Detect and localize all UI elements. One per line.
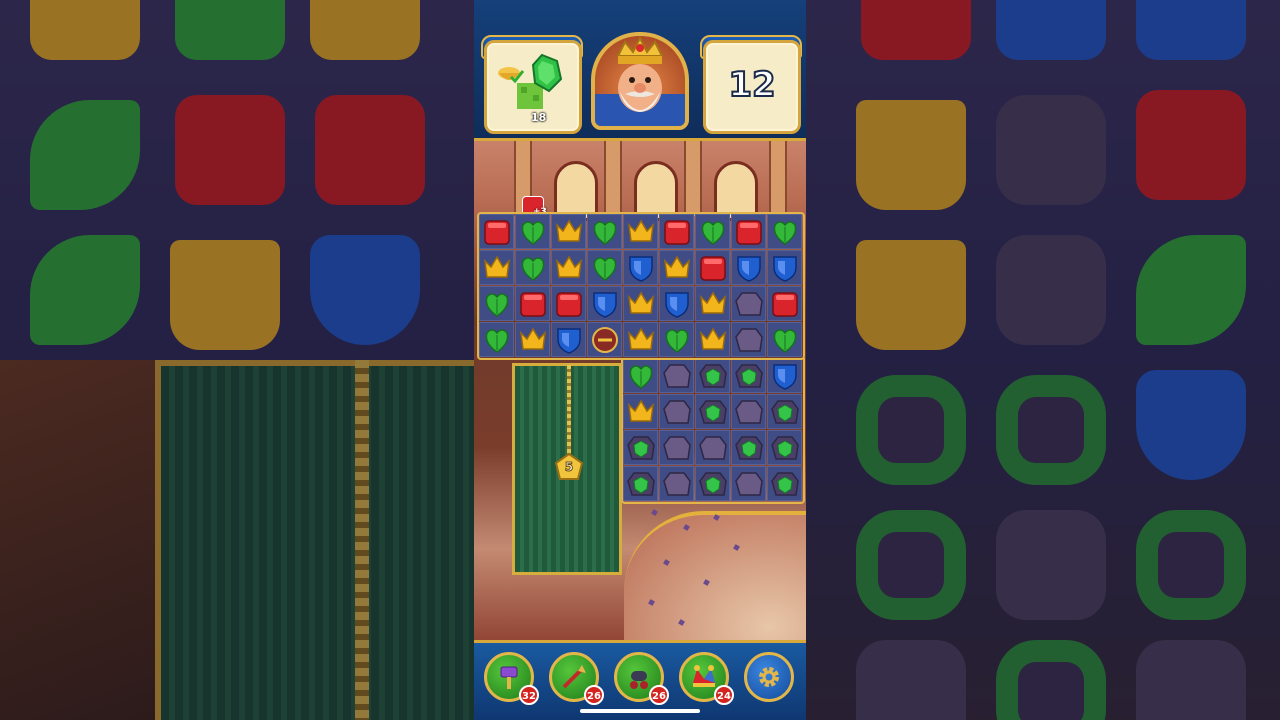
arrow-booster[interactable]: 26 xyxy=(549,652,604,705)
emerald-stone-tile[interactable] xyxy=(698,469,728,499)
top-hud: Target 18 xyxy=(474,0,806,141)
yellow-crown-tile[interactable] xyxy=(662,253,692,283)
moves-panel: 12 xyxy=(703,40,801,134)
emerald-stone-tile[interactable] xyxy=(698,361,728,391)
blue-shield-tile[interactable] xyxy=(626,253,656,283)
king-avatar xyxy=(591,32,689,130)
red-book-tile[interactable] xyxy=(482,217,512,247)
hammer-booster[interactable]: 32 xyxy=(484,652,539,705)
yellow-crown-tile[interactable] xyxy=(518,325,548,355)
emerald-stone-tile[interactable] xyxy=(770,433,800,463)
moves-counter: 12 xyxy=(727,64,776,106)
lock-counter: 5 xyxy=(564,460,574,475)
yellow-crown-tile[interactable] xyxy=(698,325,728,355)
blue-shield-tile[interactable] xyxy=(770,361,800,391)
yellow-crown-tile[interactable] xyxy=(626,289,656,319)
red-book-tile[interactable] xyxy=(698,253,728,283)
target-panel: 18 xyxy=(484,40,582,134)
target-count: 18 xyxy=(531,111,547,124)
yellow-crown-tile[interactable] xyxy=(482,253,512,283)
green-leaf-tile[interactable] xyxy=(698,217,728,247)
stone-tile[interactable] xyxy=(662,469,692,499)
green-leaf-tile[interactable] xyxy=(482,325,512,355)
castle-window xyxy=(714,161,758,221)
yellow-crown-tile[interactable] xyxy=(626,397,656,427)
emerald-stone-tile[interactable] xyxy=(698,397,728,427)
hammer-icon xyxy=(500,666,518,689)
red-book-tile[interactable] xyxy=(554,289,584,319)
yellow-crown-tile[interactable] xyxy=(554,253,584,283)
game-screen: Target 18 xyxy=(474,0,806,720)
yellow-crown-tile[interactable] xyxy=(626,325,656,355)
green-leaf-tile[interactable] xyxy=(662,325,692,355)
blue-shield-tile[interactable] xyxy=(770,253,800,283)
stone-tile[interactable] xyxy=(698,433,728,463)
blue-shield-tile[interactable] xyxy=(554,325,584,355)
yellow-crown-tile[interactable] xyxy=(698,289,728,319)
settings-button[interactable] xyxy=(744,652,794,702)
emerald-stone-tile[interactable] xyxy=(626,433,656,463)
arrow-icon xyxy=(562,665,586,689)
stone-tile[interactable] xyxy=(734,325,764,355)
green-leaf-tile[interactable] xyxy=(518,253,548,283)
red-book-tile[interactable] xyxy=(770,289,800,319)
hammer-count: 32 xyxy=(519,685,539,705)
castle-window xyxy=(634,161,678,221)
castle-window xyxy=(554,161,598,221)
blue-shield-tile[interactable] xyxy=(734,253,764,283)
emerald-stone-tile[interactable] xyxy=(770,397,800,427)
blue-shield-tile[interactable] xyxy=(662,289,692,319)
stone-tile[interactable] xyxy=(734,469,764,499)
cannon-count: 26 xyxy=(649,685,669,705)
gear-icon xyxy=(759,667,779,687)
home-indicator[interactable] xyxy=(580,709,700,713)
green-leaf-tile[interactable] xyxy=(518,217,548,247)
booster-bar: 32 26 26 24 xyxy=(474,640,806,720)
king-bomb-tile[interactable] xyxy=(590,325,620,355)
red-book-tile[interactable] xyxy=(734,217,764,247)
cannon-booster[interactable]: 26 xyxy=(614,652,669,705)
green-leaf-tile[interactable] xyxy=(626,361,656,391)
green-leaf-tile[interactable] xyxy=(482,289,512,319)
arrow-count: 26 xyxy=(584,685,604,705)
spiral-floor xyxy=(624,511,806,655)
king-face-icon xyxy=(595,36,685,126)
stone-tile[interactable] xyxy=(662,397,692,427)
stone-tile[interactable] xyxy=(662,361,692,391)
yellow-crown-tile[interactable] xyxy=(554,217,584,247)
jester-hat-booster[interactable]: 24 xyxy=(679,652,734,705)
stone-tile[interactable] xyxy=(734,289,764,319)
cannon-icon xyxy=(630,671,648,689)
stone-tile[interactable] xyxy=(662,433,692,463)
green-leaf-tile[interactable] xyxy=(770,217,800,247)
blue-shield-tile[interactable] xyxy=(590,289,620,319)
emerald-stone-tile[interactable] xyxy=(770,469,800,499)
jester-hat-icon xyxy=(693,665,715,687)
chain xyxy=(567,365,571,460)
emerald-stone-tile[interactable] xyxy=(734,361,764,391)
stone-tile[interactable] xyxy=(734,397,764,427)
left-blurred-background xyxy=(0,0,474,720)
right-blurred-background xyxy=(806,0,1280,720)
green-leaf-tile[interactable] xyxy=(590,217,620,247)
lock-icon: 5 xyxy=(554,452,584,482)
green-leaf-tile[interactable] xyxy=(770,325,800,355)
red-book-tile[interactable] xyxy=(518,289,548,319)
emerald-stone-tile[interactable] xyxy=(734,433,764,463)
jester-hat-count: 24 xyxy=(714,685,734,705)
red-book-tile[interactable] xyxy=(662,217,692,247)
yellow-crown-tile[interactable] xyxy=(626,217,656,247)
emerald-stone-tile[interactable] xyxy=(626,469,656,499)
green-leaf-tile[interactable] xyxy=(590,253,620,283)
